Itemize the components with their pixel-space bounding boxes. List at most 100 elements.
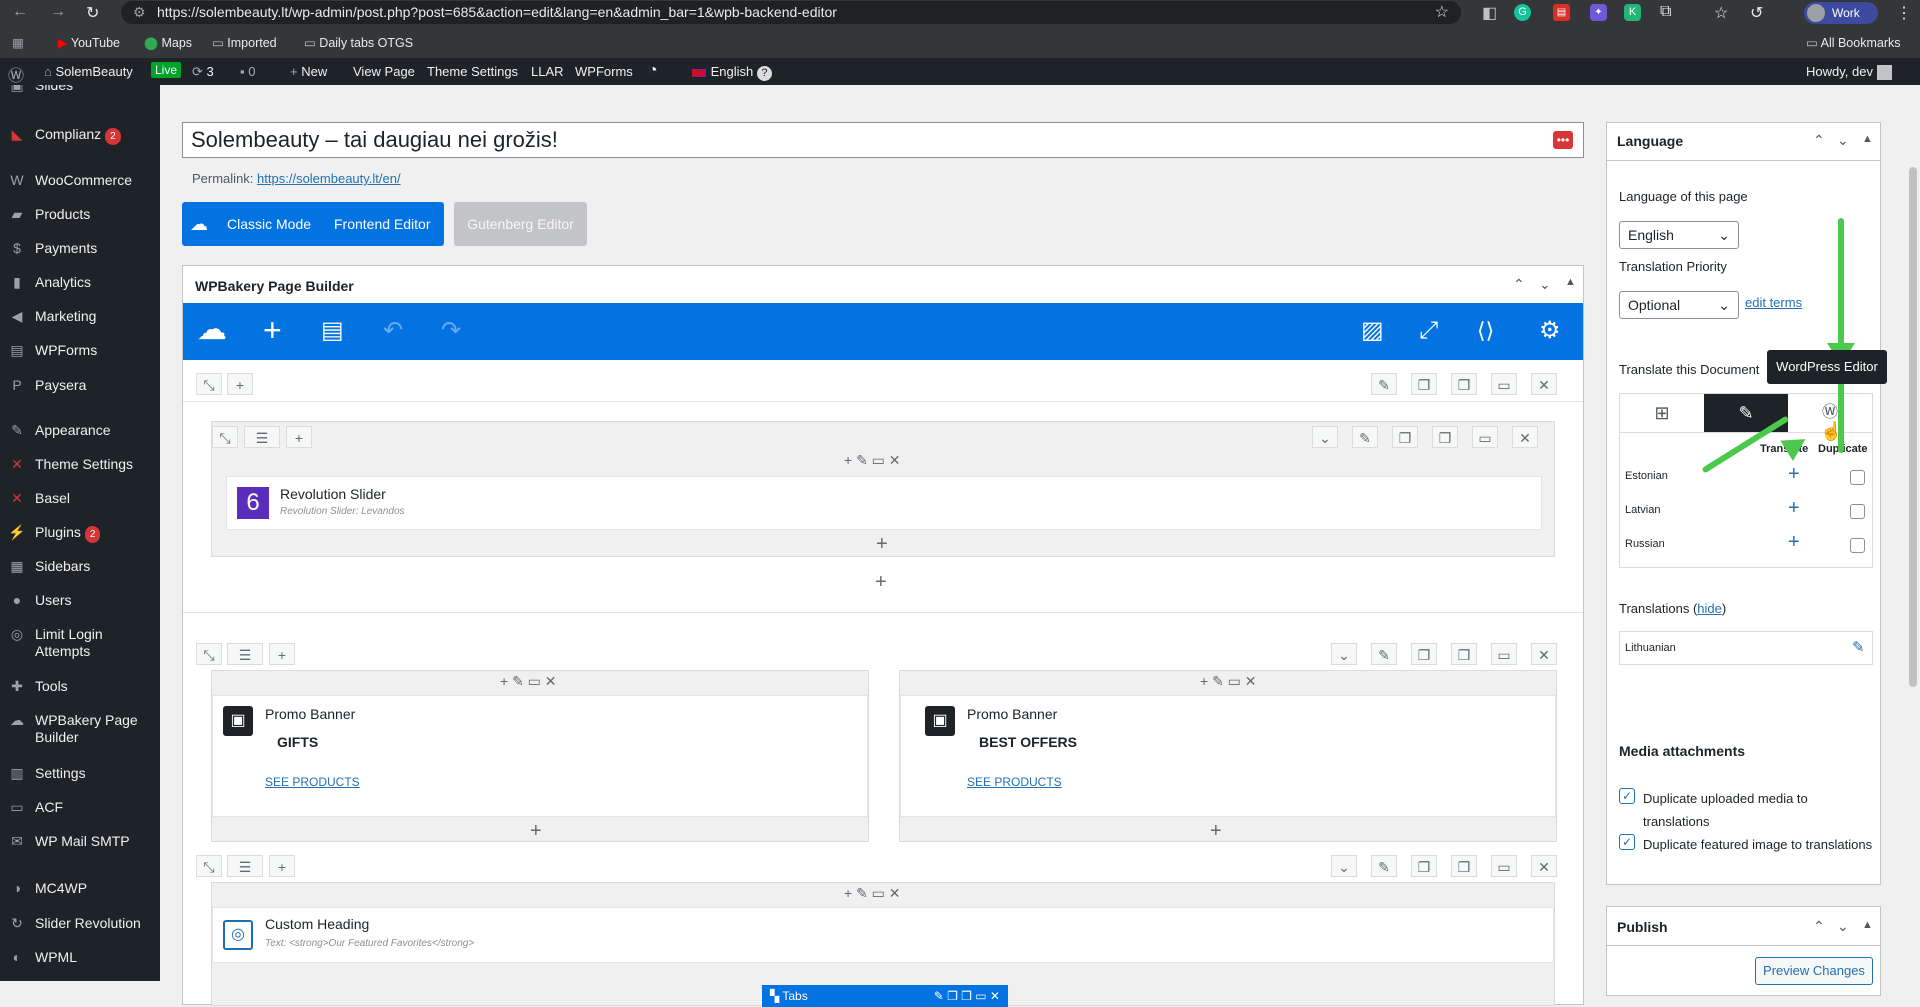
llar-link[interactable]: LLAR <box>531 64 564 79</box>
inner-row-copy-icon[interactable]: ❒ <box>1432 426 1458 448</box>
row-edit-icon[interactable]: ✎ <box>1371 643 1397 665</box>
post-title-input[interactable]: Solembeauty – tai daugiau nei grožis! ••… <box>182 122 1584 158</box>
address-bar[interactable]: ⚙ https://solembeauty.lt/wp-admin/post.p… <box>121 1 1461 24</box>
profile-chip[interactable]: Work <box>1804 2 1878 24</box>
custom-code-icon[interactable]: ⟨⟩ <box>1477 317 1494 345</box>
sidebar-item-slides[interactable]: ▣ Slides <box>0 85 160 94</box>
sidebar-item-slider-revolution[interactable]: ↻ Slider Revolution <box>0 915 160 932</box>
inner-row-toggle-icon[interactable]: ⌄ <box>1312 426 1338 448</box>
updates-link[interactable]: ⟳ 3 <box>192 64 214 80</box>
add-element-plus-icon[interactable]: + <box>530 821 542 841</box>
gutenberg-editor-button[interactable]: Gutenberg Editor <box>454 202 587 246</box>
row-layout-icon[interactable]: ☰ <box>227 855 263 877</box>
extension-icon[interactable]: ◧ <box>1482 3 1497 23</box>
history-icon[interactable]: ↺ <box>1750 3 1763 23</box>
column-controls[interactable]: + ✎ ▭ ✕ <box>1200 673 1257 690</box>
row-clone-icon[interactable]: ❐ <box>1411 643 1437 665</box>
row-delete-icon[interactable]: ✕ <box>1531 855 1557 877</box>
view-page-link[interactable]: View Page <box>353 64 415 79</box>
collapse-triangle-icon[interactable]: ▲ <box>1862 919 1873 931</box>
site-info-icon[interactable]: ⚙ <box>133 1 146 24</box>
sidebar-item-users[interactable]: ● Users <box>0 592 160 609</box>
sidebar-item-marketing[interactable]: ◀ Marketing <box>0 308 160 325</box>
inner-row-move-icon[interactable]: ⤡ <box>212 426 238 448</box>
page-scrollbar[interactable] <box>1906 85 1920 981</box>
frontend-editor-button[interactable]: Frontend Editor <box>334 202 431 246</box>
revolution-slider-element[interactable]: 6 Revolution Slider Revolution Slider: L… <box>226 476 1542 530</box>
bookmark-youtube[interactable]: ▶ YouTube <box>58 35 120 50</box>
sidebar-item-mc4wp[interactable]: ◑ MC4WP <box>0 880 160 897</box>
forward-icon[interactable]: → <box>50 3 66 21</box>
sidebar-item-appearance[interactable]: ✎ Appearance <box>0 422 160 439</box>
comments-link[interactable]: ▪ 0 <box>240 64 255 79</box>
promo-banner-element[interactable]: ▣ Promo Banner BEST OFFERS SEE PRODUCTS <box>900 695 1556 817</box>
add-element-icon[interactable]: + <box>263 314 282 346</box>
wpbakery-logo-icon[interactable]: ☁ <box>197 313 227 347</box>
grammarly-icon[interactable]: G <box>1514 4 1531 21</box>
puzzle-icon[interactable]: ⧉ <box>1660 3 1671 21</box>
duplicate-featured-checkbox[interactable]: ✓ <box>1619 834 1635 850</box>
classic-mode-button[interactable]: Classic Mode <box>227 202 311 246</box>
edit-terms-link[interactable]: edit terms <box>1745 295 1802 310</box>
row-move-icon[interactable]: ⤡ <box>196 855 222 877</box>
sidebar-item-basel[interactable]: ✕ Basel <box>0 490 160 507</box>
chevron-up-icon[interactable]: ⌃ <box>1813 918 1825 935</box>
sidebar-item-complianz[interactable]: ◣ Complianz 2 <box>0 126 160 145</box>
row-clone-icon[interactable]: ❐ <box>1411 373 1437 395</box>
promo-banner-element[interactable]: ▣ Promo Banner GIFTS SEE PRODUCTS <box>212 695 868 817</box>
undo-icon[interactable]: ↶ <box>383 317 403 345</box>
row-move-icon[interactable]: ⤡ <box>196 373 222 395</box>
wordpress-logo-icon[interactable]: Ⓦ <box>8 62 24 86</box>
row-copy-icon[interactable]: ❒ <box>1451 373 1477 395</box>
column-controls[interactable]: + ✎ ▭ ✕ <box>844 452 901 469</box>
extension-k-icon[interactable]: K <box>1624 4 1641 21</box>
star-icon[interactable]: ☆ <box>1435 1 1449 24</box>
sidebar-item-limit-login[interactable]: ◎ Limit Login Attempts <box>0 626 150 660</box>
language-switcher[interactable]: English ? <box>691 64 772 81</box>
extension-purple-icon[interactable]: ✦ <box>1590 4 1607 21</box>
column-controls[interactable]: + ✎ ▭ ✕ <box>844 885 901 902</box>
chevron-down-icon[interactable]: ⌄ <box>1837 132 1849 149</box>
menu-icon[interactable]: ⋮ <box>1896 3 1912 23</box>
inner-row-layout-icon[interactable]: ☰ <box>244 426 280 448</box>
collapse-triangle-icon[interactable]: ▲ <box>1862 133 1873 145</box>
row-paste-icon[interactable]: ▭ <box>1491 643 1517 665</box>
row-toggle-icon[interactable]: ⌄ <box>1331 855 1357 877</box>
chevron-down-icon[interactable]: ⌄ <box>1539 276 1551 293</box>
sidebar-item-settings[interactable]: ▥ Settings <box>0 765 160 782</box>
row-add-icon[interactable]: + <box>269 855 295 877</box>
howdy-user[interactable]: Howdy, dev <box>1806 64 1892 81</box>
row-copy-icon[interactable]: ❒ <box>1451 643 1477 665</box>
sidebar-item-theme-settings[interactable]: ✕ Theme Settings <box>0 456 160 473</box>
presentation-icon[interactable]: ▨ <box>1361 317 1384 345</box>
bookmark-daily-tabs[interactable]: ▭ Daily tabs OTGS <box>304 35 413 50</box>
tab-advanced-translation-editor[interactable]: ⊞ <box>1620 394 1704 432</box>
row-toggle-icon[interactable]: ⌄ <box>1331 643 1357 665</box>
sidebar-item-wpbakery[interactable]: ☁ WPBakery Page Builder <box>0 712 150 746</box>
sidebar-item-paysera[interactable]: P Paysera <box>0 377 160 394</box>
promo-link[interactable]: SEE PRODUCTS <box>967 775 1062 789</box>
permalink-link[interactable]: https://solembeauty.lt/en/ <box>257 171 401 186</box>
sidebar-item-wpforms[interactable]: ▤ WPForms <box>0 342 160 359</box>
chevron-up-icon[interactable]: ⌃ <box>1513 276 1525 293</box>
duplicate-checkbox[interactable] <box>1850 504 1865 519</box>
translate-plus-icon[interactable]: + <box>1788 531 1800 554</box>
sidebar-item-wpml[interactable]: ◐ WPML <box>0 949 160 966</box>
back-icon[interactable]: ← <box>12 3 28 21</box>
redo-icon[interactable]: ↷ <box>441 317 461 345</box>
templates-icon[interactable]: ▤ <box>321 317 344 345</box>
scrollbar-thumb[interactable] <box>1909 167 1917 687</box>
translate-plus-icon[interactable]: + <box>1788 463 1800 486</box>
new-content-link[interactable]: + New <box>290 64 327 79</box>
row-add-icon[interactable]: + <box>269 643 295 665</box>
bookmark-imported[interactable]: ▭ Imported <box>212 35 277 50</box>
tabs-element-bar[interactable]: ▚ Tabs ✎ ❐ ❒ ▭ ✕ <box>762 985 1008 1007</box>
row-delete-icon[interactable]: ✕ <box>1531 373 1557 395</box>
duplicate-checkbox[interactable] <box>1850 470 1865 485</box>
all-bookmarks[interactable]: ▭ All Bookmarks <box>1806 35 1901 50</box>
sidebar-item-acf[interactable]: ▭ ACF <box>0 799 160 816</box>
fullscreen-icon[interactable]: ⤢ <box>1419 317 1438 345</box>
language-select[interactable]: English ⌄ <box>1619 221 1739 249</box>
tabs-controls[interactable]: ✎ ❐ ❒ ▭ ✕ <box>934 985 1000 1007</box>
translate-plus-icon[interactable]: + <box>1788 497 1800 520</box>
